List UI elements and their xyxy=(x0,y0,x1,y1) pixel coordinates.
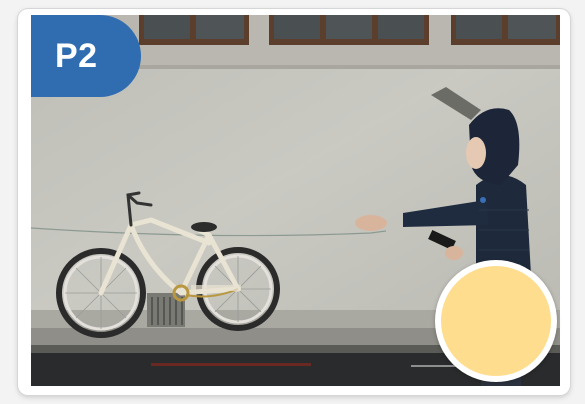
answer-circle[interactable] xyxy=(435,260,557,382)
answer-circle-fill xyxy=(441,266,551,376)
window-2 xyxy=(269,15,429,45)
window-1 xyxy=(139,15,249,45)
window-3 xyxy=(451,15,560,45)
badge: P2 xyxy=(31,15,141,97)
